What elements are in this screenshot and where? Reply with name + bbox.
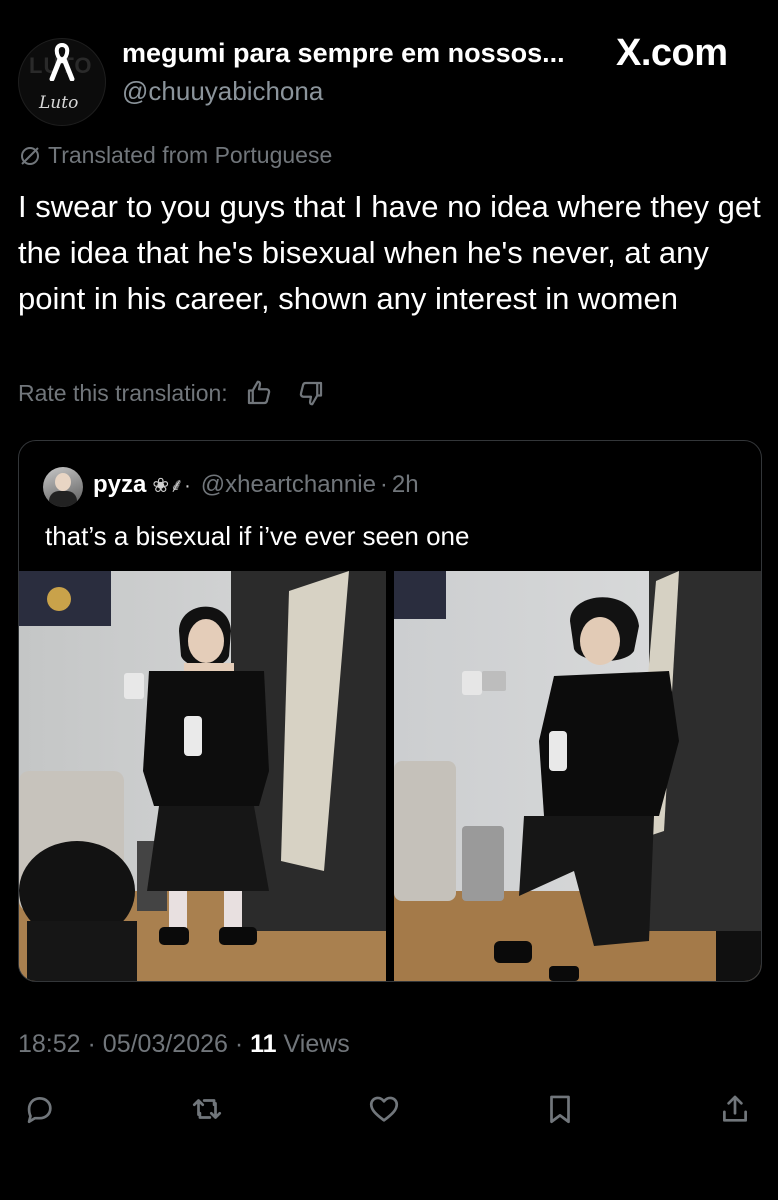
quote-author-handle[interactable]: @xheartchannie <box>201 471 376 499</box>
photo-right-image <box>394 571 761 981</box>
share-icon[interactable] <box>718 1092 752 1126</box>
translate-icon <box>21 146 39 165</box>
author-handle[interactable]: @chuuyabichona <box>122 76 323 107</box>
reply-icon[interactable] <box>22 1092 56 1126</box>
rate-translation-label: Rate this translation: <box>18 379 228 406</box>
action-bar <box>0 1090 778 1130</box>
ribbon-icon <box>49 42 75 81</box>
tweet-text: I swear to you guys that I have no idea … <box>18 189 761 316</box>
quote-header: pyza ❀⸙· @xheartchannie · 2h <box>93 471 419 499</box>
avatar-script: Luto <box>39 93 79 113</box>
meta-separator-2: · <box>234 1030 244 1058</box>
quote-photo-left[interactable] <box>19 571 386 981</box>
quote-avatar[interactable] <box>43 467 83 507</box>
translation-note: Translated from Portuguese <box>18 142 332 169</box>
like-icon[interactable] <box>366 1092 402 1126</box>
quote-photo-right[interactable] <box>394 571 761 981</box>
author-display-name[interactable]: megumi para sempre em nossos... <box>122 38 592 69</box>
translation-note-text: Translated from Portuguese <box>48 142 333 168</box>
tweet-meta: 18:52 · 05/03/2026 · 11 Views <box>18 1030 350 1059</box>
views-count: 11 <box>250 1030 277 1058</box>
tweet-date[interactable]: 05/03/2026 <box>103 1030 228 1058</box>
quote-text: that’s a bisexual if i’ve ever seen one <box>45 521 470 551</box>
rate-translation: Rate this translation: <box>18 378 326 408</box>
quote-name-decoration: ❀⸙· <box>152 475 191 497</box>
thumbs-up-icon[interactable] <box>244 378 274 408</box>
tweet-time[interactable]: 18:52 <box>18 1030 81 1058</box>
quoted-tweet[interactable]: pyza ❀⸙· @xheartchannie · 2h that’s a bi… <box>18 440 762 982</box>
quote-author-name[interactable]: pyza <box>93 471 146 499</box>
author-avatar[interactable]: LUTO Luto <box>18 38 106 126</box>
retweet-icon[interactable] <box>190 1092 224 1126</box>
meta-separator-1: · <box>87 1030 96 1058</box>
quote-time: 2h <box>391 471 419 498</box>
thumbs-down-icon[interactable] <box>296 378 326 408</box>
brand-logo: X.com <box>616 32 728 74</box>
bookmark-icon[interactable] <box>543 1092 577 1126</box>
quote-separator: · <box>379 471 388 498</box>
views-label: Views <box>283 1030 350 1058</box>
photo-left-image <box>19 571 386 981</box>
